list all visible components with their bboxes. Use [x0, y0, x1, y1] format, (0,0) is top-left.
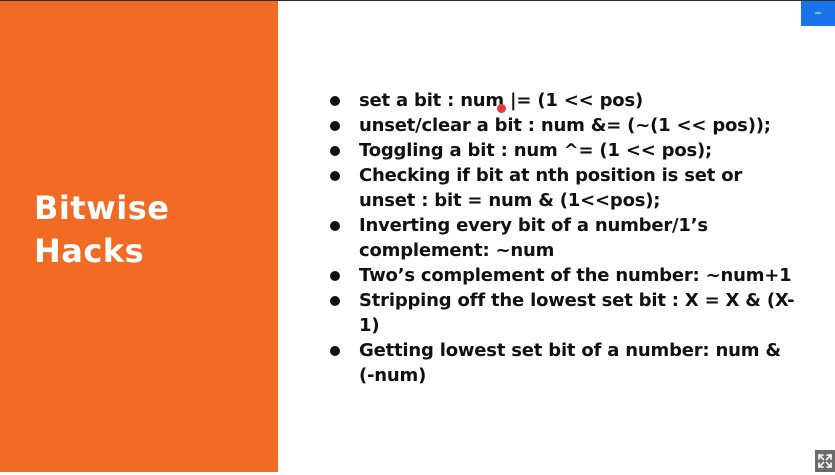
- minimize-button[interactable]: –: [801, 1, 835, 26]
- bullet-text: Two’s complement of the number: ~num+1: [359, 265, 792, 286]
- bullet-text: unset/clear a bit : num &= (~(1 << pos))…: [359, 115, 771, 136]
- bullet-item: Getting lowest set bit of a number: num …: [330, 338, 800, 388]
- slide-title: Bitwise Hacks: [34, 187, 274, 273]
- bullet-text: Stripping off the lowest set bit : X = X…: [359, 290, 795, 336]
- laser-pointer-dot: [497, 104, 506, 113]
- bullet-item: Inverting every bit of a number/1’s comp…: [330, 213, 800, 263]
- bullet-text: Toggling a bit : num ^= (1 << pos);: [359, 140, 713, 161]
- bullet-dot: [330, 96, 340, 106]
- bullet-dot: [330, 346, 340, 356]
- bullet-dot: [330, 221, 340, 231]
- slide-title-panel: Bitwise Hacks: [0, 1, 278, 472]
- bullet-item: Checking if bit at nth position is set o…: [330, 163, 800, 213]
- bullet-dot: [330, 121, 340, 131]
- bullet-text: Getting lowest set bit of a number: num …: [359, 340, 781, 386]
- bullet-item: Stripping off the lowest set bit : X = X…: [330, 288, 800, 338]
- bullet-item: unset/clear a bit : num &= (~(1 << pos))…: [330, 113, 800, 138]
- minimize-icon: –: [814, 5, 822, 21]
- expand-icon: [818, 454, 832, 468]
- bullet-text: Checking if bit at nth position is set o…: [359, 165, 743, 211]
- bullet-list: set a bit : num |= (1 << pos) unset/clea…: [330, 88, 800, 388]
- slide-title-line-1: Bitwise: [34, 189, 170, 227]
- bullet-item: Toggling a bit : num ^= (1 << pos);: [330, 138, 800, 163]
- fullscreen-button[interactable]: [815, 450, 835, 472]
- bullet-text: Inverting every bit of a number/1’s comp…: [359, 215, 708, 261]
- slide-title-line-2: Hacks: [34, 232, 145, 270]
- bullet-dot: [330, 271, 340, 281]
- bullet-dot: [330, 296, 340, 306]
- bullet-dot: [330, 146, 340, 156]
- bullet-item: Two’s complement of the number: ~num+1: [330, 263, 800, 288]
- bullet-item: set a bit : num |= (1 << pos): [330, 88, 800, 113]
- bullet-dot: [330, 171, 340, 181]
